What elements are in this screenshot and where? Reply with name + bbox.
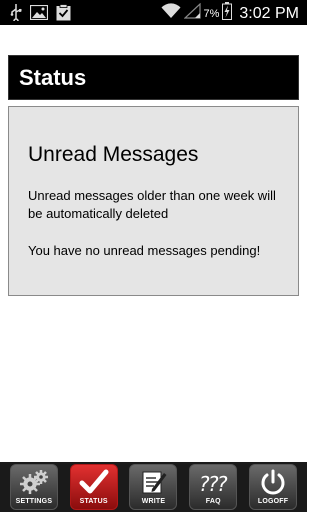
- wifi-icon: [161, 3, 181, 24]
- deletion-notice: Unread messages older than one week will…: [28, 188, 276, 221]
- gallery-icon: [29, 4, 49, 25]
- tab-label: LOGOFF: [257, 498, 289, 505]
- tab-label: SETTINGS: [15, 498, 53, 505]
- signal-icon: [182, 2, 201, 24]
- bottom-tab-bar: SETTINGS STATUS WRITE ? ? ? FAQ LOGOFF: [0, 462, 307, 512]
- system-indicators: 7% 3:02 PM: [161, 2, 299, 25]
- tab-faq[interactable]: ? ? ? FAQ: [189, 464, 238, 510]
- unread-messages-panel: Unread Messages Unread messages older th…: [8, 106, 299, 296]
- tab-status[interactable]: STATUS: [69, 464, 118, 510]
- no-messages-text: You have no unread messages pending!: [28, 243, 261, 258]
- gears-icon: [19, 468, 49, 496]
- tab-label: WRITE: [141, 498, 166, 505]
- battery-charging-icon: [222, 2, 233, 25]
- notification-icons: [10, 3, 71, 26]
- clipboard-check-icon: [56, 3, 71, 26]
- title-bar: Status: [8, 55, 299, 100]
- tab-write[interactable]: WRITE: [129, 464, 178, 510]
- checkmark-icon: [79, 468, 109, 496]
- battery-percent: 7%: [203, 7, 220, 20]
- question-marks-icon: ? ? ?: [198, 468, 228, 496]
- panel-heading: Unread Messages: [28, 143, 199, 166]
- power-icon: [258, 468, 288, 496]
- tab-logoff[interactable]: LOGOFF: [249, 464, 298, 510]
- tab-label: STATUS: [79, 498, 108, 505]
- usb-icon: [10, 3, 22, 26]
- svg-text:?: ?: [217, 472, 228, 495]
- clock: 3:02 PM: [239, 4, 299, 22]
- system-status-bar: 7% 3:02 PM: [0, 0, 307, 25]
- tab-settings[interactable]: SETTINGS: [9, 464, 58, 510]
- page-title: Status: [19, 65, 87, 90]
- pencil-note-icon: [138, 468, 168, 496]
- tab-label: FAQ: [205, 498, 221, 505]
